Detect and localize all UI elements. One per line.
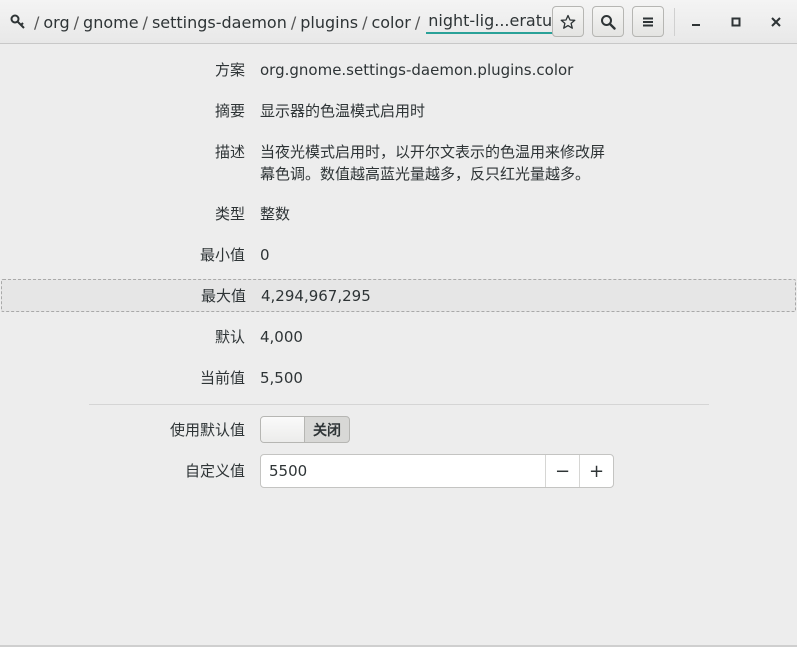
use-default-switch[interactable]: 关闭 bbox=[260, 416, 350, 443]
path-separator: / bbox=[414, 12, 421, 32]
min-row: 最小值 0 bbox=[0, 244, 797, 266]
path-segment-org[interactable]: org bbox=[43, 13, 69, 32]
path-segment-plugins[interactable]: plugins bbox=[300, 13, 358, 32]
schema-label: 方案 bbox=[214, 61, 245, 79]
schema-row: 方案 org.gnome.settings-daemon.plugins.col… bbox=[0, 59, 797, 81]
search-icon bbox=[601, 14, 616, 30]
default-row: 默认 4,000 bbox=[0, 326, 797, 348]
path-separator: / bbox=[73, 12, 80, 32]
min-value: 0 bbox=[260, 246, 270, 264]
custom-value-label: 自定义值 bbox=[184, 462, 245, 480]
key-icon bbox=[10, 14, 26, 30]
path-current-key[interactable]: night-lig...erature bbox=[426, 11, 571, 34]
summary-label: 摘要 bbox=[214, 102, 245, 120]
close-icon bbox=[771, 17, 781, 27]
path-separator: / bbox=[362, 12, 368, 32]
max-value: 4,294,967,295 bbox=[261, 286, 371, 305]
path-root-separator: / bbox=[34, 12, 40, 32]
bookmark-button[interactable] bbox=[552, 6, 584, 37]
increment-button[interactable]: + bbox=[579, 455, 613, 487]
summary-value: 显示器的色温模式启用时 bbox=[260, 102, 426, 120]
maximize-icon bbox=[731, 17, 741, 27]
plus-icon: + bbox=[588, 460, 605, 482]
custom-value-input[interactable] bbox=[261, 455, 545, 487]
header-separator bbox=[674, 8, 675, 36]
menu-button[interactable] bbox=[632, 6, 664, 37]
path-segment-settings-daemon[interactable]: settings-daemon bbox=[152, 13, 287, 32]
schema-value: org.gnome.settings-daemon.plugins.color bbox=[260, 61, 574, 79]
use-default-row: 使用默认值 bbox=[0, 419, 797, 440]
path-segment-color[interactable]: color bbox=[371, 13, 410, 32]
summary-row: 摘要 显示器的色温模式启用时 bbox=[0, 100, 797, 122]
star-icon bbox=[560, 14, 576, 29]
current-row: 当前值 5,500 bbox=[0, 367, 797, 389]
minimize-icon bbox=[692, 24, 700, 26]
maximize-button[interactable] bbox=[726, 12, 746, 32]
current-value: 5,500 bbox=[260, 369, 303, 387]
decrement-button[interactable]: − bbox=[545, 455, 579, 487]
search-button[interactable] bbox=[592, 6, 624, 37]
type-value: 整数 bbox=[260, 205, 291, 223]
breadcrumb: / org / gnome / settings-daemon / plugin… bbox=[10, 10, 571, 34]
current-label: 当前值 bbox=[199, 369, 245, 387]
section-divider bbox=[89, 404, 709, 405]
description-line-1: 当夜光模式启用时，以开尔文表示的色温用来修改屏 bbox=[260, 143, 606, 161]
default-label: 默认 bbox=[214, 328, 245, 346]
description-label: 描述 bbox=[214, 143, 245, 161]
hamburger-menu-icon bbox=[643, 17, 653, 26]
type-label: 类型 bbox=[214, 205, 245, 223]
description-value: 当夜光模式启用时，以开尔文表示的色温用来修改屏 幕色调。数值越高蓝光量越多，反只… bbox=[260, 141, 605, 185]
header-bar: / org / gnome / settings-daemon / plugin… bbox=[0, 0, 797, 44]
close-button[interactable] bbox=[766, 12, 786, 32]
path-separator: / bbox=[290, 12, 297, 32]
description-line-2: 幕色调。数值越高蓝光量越多，反只红光量越多。 bbox=[260, 165, 591, 183]
path-separator: / bbox=[142, 12, 148, 32]
max-label: 最大值 bbox=[200, 287, 246, 305]
switch-state-label: 关闭 bbox=[313, 422, 341, 439]
switch-knob[interactable] bbox=[261, 417, 305, 442]
path-segment-gnome[interactable]: gnome bbox=[83, 13, 139, 32]
minimize-button[interactable] bbox=[686, 12, 706, 32]
key-details: 方案 org.gnome.settings-daemon.plugins.col… bbox=[0, 45, 797, 647]
minus-icon: − bbox=[554, 460, 571, 482]
default-value: 4,000 bbox=[260, 328, 303, 346]
custom-value-spinbutton[interactable]: − + bbox=[260, 454, 614, 488]
min-label: 最小值 bbox=[199, 246, 245, 264]
max-row: 最大值 4,294,967,295 bbox=[1, 279, 796, 312]
dconf-editor-window: / org / gnome / settings-daemon / plugin… bbox=[0, 0, 797, 647]
type-row: 类型 整数 bbox=[0, 203, 797, 225]
use-default-label: 使用默认值 bbox=[169, 421, 245, 439]
description-row: 描述 当夜光模式启用时，以开尔文表示的色温用来修改屏 幕色调。数值越高蓝光量越多… bbox=[0, 141, 797, 185]
